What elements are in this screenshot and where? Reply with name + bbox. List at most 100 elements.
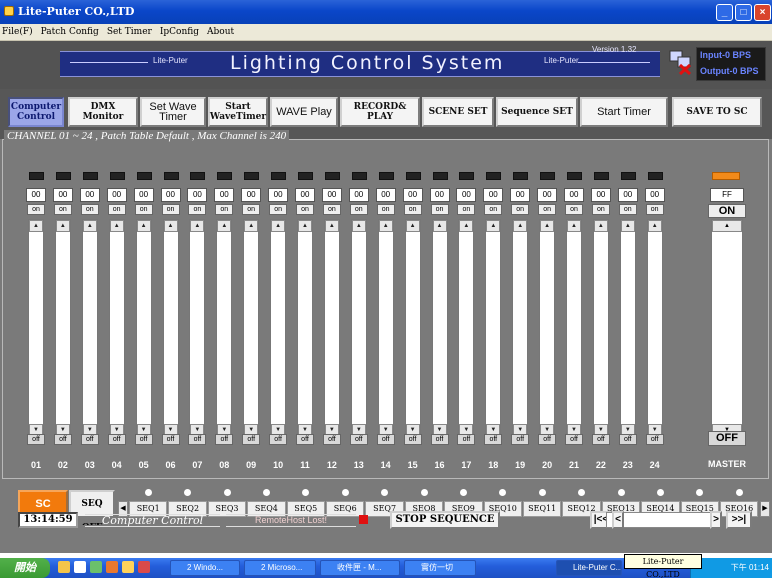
channel-off-button[interactable]: off — [565, 434, 583, 445]
channel-up-arrow-icon[interactable]: ▲ — [55, 220, 70, 232]
close-button[interactable]: × — [754, 4, 771, 21]
quick-launch-icon[interactable] — [90, 561, 102, 573]
channel-off-button[interactable]: off — [403, 434, 422, 445]
channel-off-button[interactable]: off — [457, 434, 476, 445]
stop-sequence-button[interactable]: STOP SEQUENCE — [390, 511, 500, 529]
system-tray-clock[interactable]: 下午 01:14 — [690, 558, 772, 578]
channel-up-arrow-icon[interactable]: ▲ — [405, 220, 420, 232]
channel-fader-track[interactable] — [28, 219, 44, 437]
channel-on-button[interactable]: on — [618, 204, 637, 215]
nav-last-button[interactable]: >>| — [726, 511, 752, 529]
channel-off-button[interactable]: off — [27, 434, 45, 445]
set-wave-timer-button[interactable]: Set Wave Timer — [140, 97, 206, 127]
channel-on-button[interactable]: on — [107, 204, 126, 215]
save-to-sc-button[interactable]: SAVE TO SC — [672, 97, 762, 127]
channel-on-button[interactable]: on — [242, 204, 261, 215]
channel-off-button[interactable]: off — [188, 434, 207, 445]
channel-off-button[interactable]: off — [134, 434, 153, 445]
master-fader-track[interactable] — [711, 219, 743, 437]
start-wavetimer-button[interactable]: Start WaveTimer — [208, 97, 268, 127]
channel-on-button[interactable]: on — [134, 204, 153, 215]
channel-fader-track[interactable] — [243, 219, 260, 437]
channel-fader-track[interactable] — [512, 219, 529, 437]
channel-on-button[interactable]: on — [53, 204, 72, 215]
channel-on-button[interactable]: on — [269, 204, 288, 215]
channel-fader-track[interactable] — [350, 219, 367, 437]
channel-off-button[interactable]: off — [430, 434, 449, 445]
scene-set-button[interactable]: SCENE SET — [422, 97, 494, 127]
quick-launch-icon[interactable] — [138, 561, 150, 573]
quick-launch-icon[interactable] — [58, 561, 70, 573]
channel-up-arrow-icon[interactable]: ▲ — [540, 220, 555, 232]
channel-off-button[interactable]: off — [161, 434, 180, 445]
channel-fader-track[interactable] — [646, 219, 663, 437]
channel-up-arrow-icon[interactable]: ▲ — [620, 220, 635, 232]
menu-file[interactable]: File(F) — [2, 27, 33, 37]
channel-up-arrow-icon[interactable]: ▲ — [593, 220, 608, 232]
quick-launch-icon[interactable] — [106, 561, 118, 573]
channel-on-button[interactable]: on — [457, 204, 476, 215]
taskbar-item[interactable]: 實仿一切 — [404, 560, 476, 576]
taskbar-item[interactable]: 2 Windo... — [170, 560, 240, 576]
channel-on-button[interactable]: on — [591, 204, 610, 215]
quick-launch-icon[interactable] — [122, 561, 134, 573]
channel-on-button[interactable]: on — [484, 204, 503, 215]
nav-next-button[interactable]: > — [710, 511, 722, 529]
seq-scroll-right-icon[interactable]: ▶ — [760, 501, 770, 517]
channel-fader-track[interactable] — [592, 219, 609, 437]
channel-on-button[interactable]: on — [511, 204, 530, 215]
channel-up-arrow-icon[interactable]: ▲ — [217, 220, 232, 232]
channel-off-button[interactable]: off — [376, 434, 395, 445]
channel-up-arrow-icon[interactable]: ▲ — [513, 220, 528, 232]
channel-off-button[interactable]: off — [296, 434, 314, 445]
channel-off-button[interactable]: off — [618, 434, 637, 445]
channel-fader-track[interactable] — [189, 219, 206, 437]
start-timer-button[interactable]: Start Timer — [580, 97, 668, 127]
start-button[interactable]: 開始 — [0, 558, 50, 578]
menu-set-timer[interactable]: Set Timer — [107, 27, 152, 37]
channel-up-arrow-icon[interactable]: ▲ — [298, 220, 312, 232]
channel-off-button[interactable]: off — [484, 434, 503, 445]
channel-on-button[interactable]: on — [27, 204, 45, 215]
channel-fader-track[interactable] — [270, 219, 287, 437]
channel-on-button[interactable]: on — [403, 204, 422, 215]
channel-fader-track[interactable] — [377, 219, 394, 437]
channel-off-button[interactable]: off — [538, 434, 557, 445]
channel-on-button[interactable]: on — [645, 204, 664, 215]
taskbar-item-active[interactable]: Lite-Puter C... — [556, 560, 622, 576]
nav-prev-button[interactable]: < — [612, 511, 624, 529]
channel-on-button[interactable]: on — [430, 204, 449, 215]
sequence-set-button[interactable]: Sequence SET — [496, 97, 578, 127]
channel-on-button[interactable]: on — [296, 204, 314, 215]
channel-fader-track[interactable] — [108, 219, 125, 437]
taskbar-item[interactable]: 2 Microso... — [244, 560, 316, 576]
channel-off-button[interactable]: off — [215, 434, 234, 445]
channel-on-button[interactable]: on — [376, 204, 395, 215]
channel-up-arrow-icon[interactable]: ▲ — [271, 220, 286, 232]
channel-up-arrow-icon[interactable]: ▲ — [82, 220, 97, 232]
channel-fader-track[interactable] — [431, 219, 448, 437]
channel-off-button[interactable]: off — [80, 434, 99, 445]
master-on-button[interactable]: ON — [708, 204, 746, 218]
channel-up-arrow-icon[interactable]: ▲ — [190, 220, 205, 232]
channel-fader-track[interactable] — [81, 219, 98, 437]
channel-fader-track[interactable] — [135, 219, 152, 437]
quick-launch-icon[interactable] — [74, 561, 86, 573]
channel-fader-track[interactable] — [485, 219, 502, 437]
channel-on-button[interactable]: on — [322, 204, 341, 215]
channel-fader-track[interactable] — [566, 219, 582, 437]
channel-up-arrow-icon[interactable]: ▲ — [432, 220, 447, 232]
channel-off-button[interactable]: off — [242, 434, 261, 445]
channel-up-arrow-icon[interactable]: ▲ — [351, 220, 366, 232]
channel-fader-track[interactable] — [404, 219, 421, 437]
channel-up-arrow-icon[interactable]: ▲ — [136, 220, 151, 232]
channel-fader-track[interactable] — [162, 219, 179, 437]
master-up-arrow-icon[interactable]: ▲ — [712, 220, 742, 232]
channel-off-button[interactable]: off — [322, 434, 341, 445]
channel-on-button[interactable]: on — [538, 204, 557, 215]
seq-button[interactable]: SEQ11 — [523, 501, 562, 517]
channel-on-button[interactable]: on — [80, 204, 99, 215]
channel-up-arrow-icon[interactable]: ▲ — [163, 220, 178, 232]
taskbar-item[interactable]: 收件匣 - M... — [320, 560, 400, 576]
channel-on-button[interactable]: on — [565, 204, 583, 215]
